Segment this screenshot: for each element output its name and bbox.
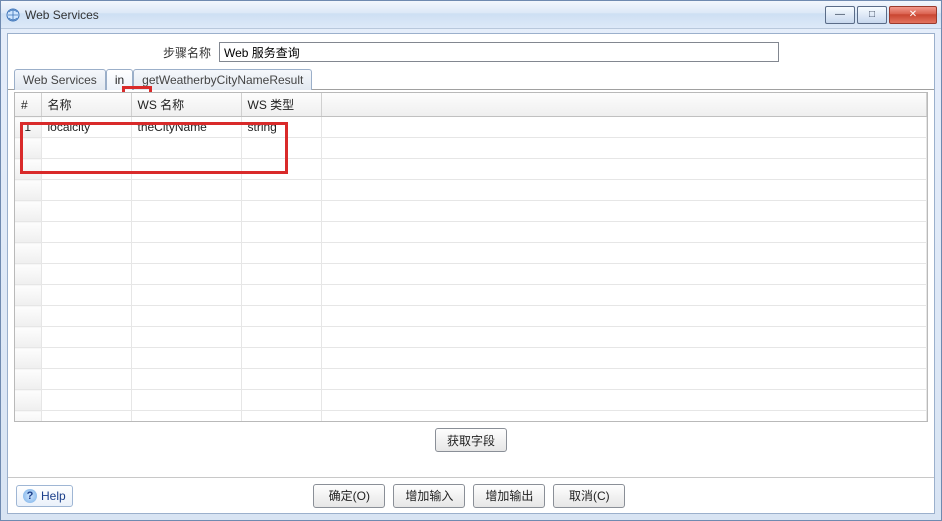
col-header-wsname[interactable]: WS 名称 [131,93,241,117]
window-title: Web Services [25,8,823,22]
table-row-empty: ..... [15,411,927,423]
cell-name[interactable]: localcity [41,117,131,138]
table-row-empty: ..... [15,264,927,285]
parameters-table: # 名称 WS 名称 WS 类型 1 localcity theCityName… [15,93,927,422]
step-name-input[interactable] [219,42,779,62]
cell-wstype[interactable]: string [241,117,321,138]
tab-in[interactable]: in [106,69,133,90]
close-button[interactable]: ✕ [889,6,937,24]
add-output-button[interactable]: 增加输出 [473,484,545,508]
table-row-empty: ..... [15,138,927,159]
col-header-name[interactable]: 名称 [41,93,131,117]
table-row-empty: ..... [15,222,927,243]
table-row-empty: ..... [15,348,927,369]
help-icon: ? [23,489,37,503]
app-icon [5,7,21,23]
cell-index: 1 [15,117,41,138]
bottom-button-bar: ? Help 确定(O) 增加输入 增加输出 取消(C) [8,477,934,513]
col-header-blank [321,93,927,117]
col-header-index[interactable]: # [15,93,41,117]
window-controls: — □ ✕ [823,6,937,24]
table-row-empty: ..... [15,243,927,264]
add-input-button[interactable]: 增加输入 [393,484,465,508]
cell-blank [321,117,927,138]
table-row-empty: ..... [15,159,927,180]
help-label: Help [41,489,66,503]
parameters-table-wrap: # 名称 WS 名称 WS 类型 1 localcity theCityName… [14,92,928,422]
table-row-empty: ..... [15,369,927,390]
maximize-button[interactable]: □ [857,6,887,24]
dialog-window: Web Services — □ ✕ 步骤名称 Web Services in … [0,0,942,521]
minimize-button[interactable]: — [825,6,855,24]
col-header-wstype[interactable]: WS 类型 [241,93,321,117]
get-fields-button[interactable]: 获取字段 [435,428,507,452]
cancel-button[interactable]: 取消(C) [553,484,625,508]
table-row-empty: ..... [15,306,927,327]
titlebar[interactable]: Web Services — □ ✕ [1,1,941,29]
dialog-buttons: 确定(O) 增加输入 增加输出 取消(C) [73,484,866,508]
table-row[interactable]: 1 localcity theCityName string [15,117,927,138]
table-row-empty: ..... [15,327,927,348]
table-row-empty: ..... [15,390,927,411]
get-fields-row: 获取字段 [8,422,934,458]
table-row-empty: ..... [15,285,927,306]
table-header-row: # 名称 WS 名称 WS 类型 [15,93,927,117]
step-name-row: 步骤名称 [8,34,934,68]
step-name-label: 步骤名称 [163,44,211,61]
table-row-empty: ..... [15,201,927,222]
ok-button[interactable]: 确定(O) [313,484,385,508]
help-button[interactable]: ? Help [16,485,73,507]
cell-wsname[interactable]: theCityName [131,117,241,138]
client-area: 步骤名称 Web Services in getWeatherbyCityNam… [7,33,935,514]
tab-bar: Web Services in getWeatherbyCityNameResu… [8,68,934,90]
tab-web-services[interactable]: Web Services [14,69,106,90]
tab-getweather-result[interactable]: getWeatherbyCityNameResult [133,69,312,90]
table-row-empty: ..... [15,180,927,201]
